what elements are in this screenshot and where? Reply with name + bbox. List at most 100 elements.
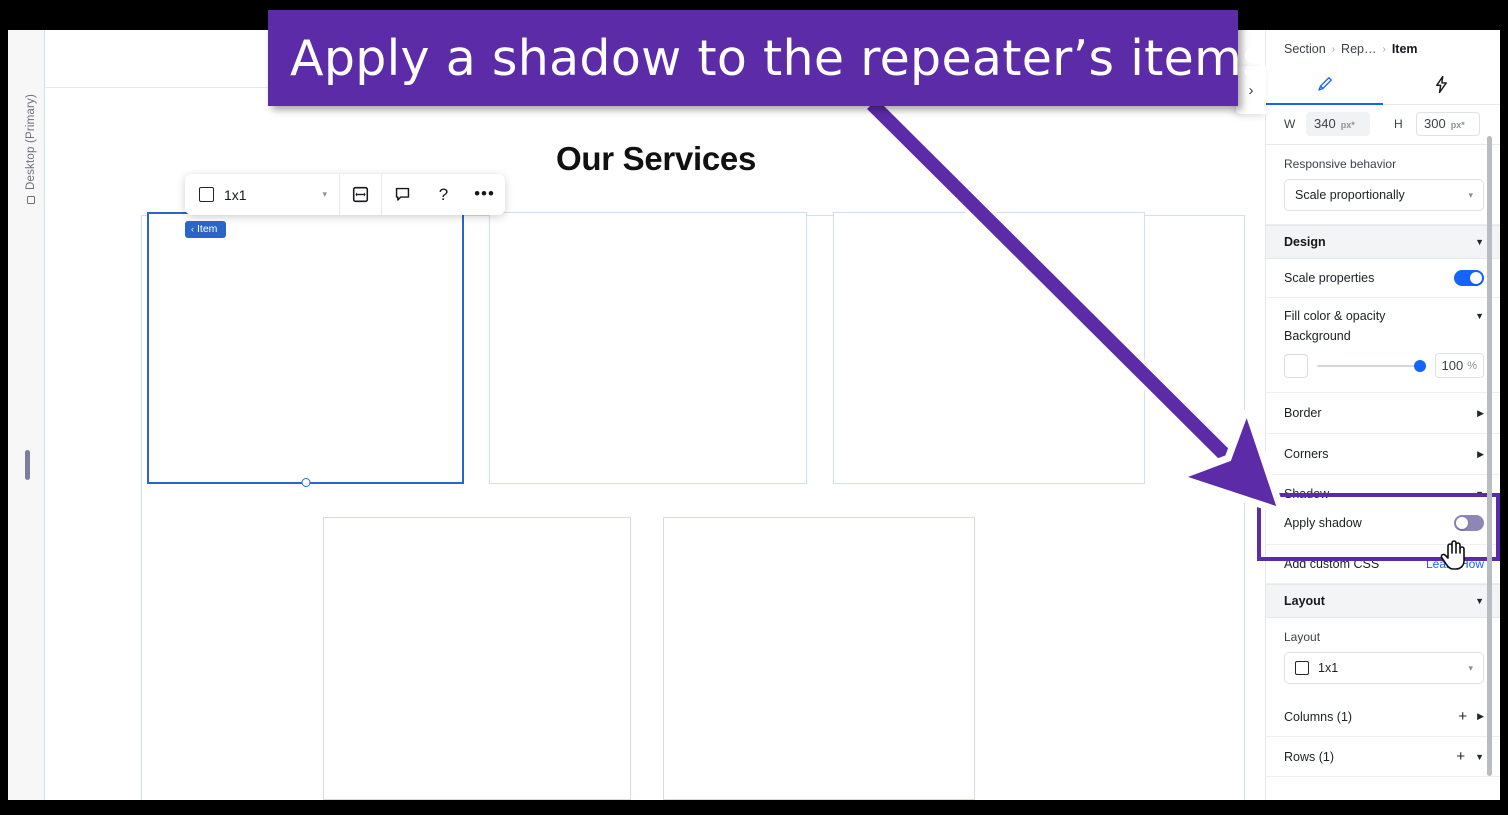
layout-section-title: Layout bbox=[1284, 594, 1325, 608]
background-color-swatch[interactable] bbox=[1284, 353, 1308, 378]
repeater-item[interactable] bbox=[663, 517, 975, 800]
size-row: W 340 px* H 300 px* bbox=[1266, 105, 1500, 145]
inspector-tabs bbox=[1266, 65, 1500, 105]
fill-color-header[interactable]: Fill color & opacity ▼ bbox=[1266, 298, 1500, 329]
breadcrumb-separator: › bbox=[1331, 43, 1336, 55]
chevron-down-icon: ▾ bbox=[322, 189, 327, 199]
tab-interactions[interactable] bbox=[1383, 65, 1500, 104]
chevron-down-icon: ▼ bbox=[1475, 489, 1484, 499]
comment-icon bbox=[395, 187, 410, 201]
height-label: H bbox=[1394, 117, 1403, 131]
breadcrumb-current: Item bbox=[1391, 42, 1418, 56]
repeater-item[interactable] bbox=[323, 517, 631, 800]
resize-handle-bottom[interactable] bbox=[301, 477, 310, 487]
design-section-title: Design bbox=[1284, 235, 1326, 249]
chevron-down-icon: ▼ bbox=[1475, 311, 1484, 321]
repeater-item[interactable] bbox=[489, 212, 807, 484]
instruction-banner: Apply a shadow to the repeater’s items bbox=[268, 10, 1268, 106]
responsive-behavior-block: Responsive behavior Scale proportionally… bbox=[1266, 145, 1500, 225]
custom-css-label: Add custom CSS bbox=[1284, 557, 1380, 571]
toolbar-layout-select[interactable]: 1x1 ▾ bbox=[185, 174, 340, 215]
fill-color-label: Fill color & opacity bbox=[1284, 309, 1386, 323]
editor-window: Desktop (Primary) Our Services 1x1 ▾ ? •… bbox=[8, 30, 1500, 800]
toolbar-layout-label: 1x1 bbox=[224, 186, 247, 203]
opacity-slider[interactable] bbox=[1317, 359, 1426, 373]
canvas-stage[interactable]: Our Services 1x1 ▾ ? ••• ‹ Item bbox=[44, 30, 1267, 800]
instruction-banner-text: Apply a shadow to the repeater’s items bbox=[290, 29, 1268, 87]
element-toolbar[interactable]: 1x1 ▾ ? ••• bbox=[185, 174, 505, 215]
chevron-down-icon: ▾ bbox=[1468, 189, 1473, 200]
monitor-icon bbox=[27, 196, 35, 205]
selection-badge[interactable]: ‹ Item bbox=[185, 221, 227, 238]
layout-select-value: 1x1 bbox=[1318, 661, 1339, 675]
selection-badge-label: Item bbox=[197, 223, 218, 235]
lightning-bolt-icon bbox=[1436, 75, 1447, 94]
left-resize-handle[interactable] bbox=[25, 450, 30, 480]
scale-properties-toggle[interactable] bbox=[1454, 270, 1484, 286]
width-input[interactable]: 340 px* bbox=[1306, 112, 1370, 136]
device-label-text: Desktop (Primary) bbox=[25, 93, 37, 191]
shadow-row[interactable]: Shadow ▼ bbox=[1266, 475, 1500, 508]
apply-shadow-toggle[interactable] bbox=[1454, 515, 1484, 531]
columns-label: Columns (1) bbox=[1284, 709, 1353, 724]
rows-row[interactable]: Rows (1) + ▼ bbox=[1266, 737, 1500, 777]
responsive-behavior-select[interactable]: Scale proportionally ▾ bbox=[1284, 179, 1484, 211]
add-row-button[interactable]: + bbox=[1456, 748, 1465, 765]
comment-button[interactable] bbox=[382, 174, 423, 215]
height-input[interactable]: 300 px* bbox=[1416, 112, 1480, 136]
inspector-panel: Section › Rep… › Item W 340 px* H 300 px… bbox=[1265, 30, 1500, 800]
chevron-right-icon: ▶ bbox=[1477, 711, 1484, 721]
layout-section-header[interactable]: Layout ▼ bbox=[1266, 584, 1500, 618]
square-icon bbox=[1295, 661, 1309, 675]
rows-label: Rows (1) bbox=[1284, 749, 1335, 764]
design-section-header[interactable]: Design ▼ bbox=[1266, 225, 1500, 259]
width-value: 340 bbox=[1314, 116, 1336, 131]
stretch-icon bbox=[352, 186, 369, 203]
chevron-right-icon: ▶ bbox=[1477, 448, 1484, 459]
help-button[interactable]: ? bbox=[423, 174, 464, 215]
opacity-unit: % bbox=[1467, 359, 1477, 372]
right-resize-handle[interactable] bbox=[1250, 454, 1255, 480]
width-label: W bbox=[1284, 117, 1296, 131]
background-label: Background bbox=[1284, 329, 1351, 343]
breadcrumb-separator: › bbox=[1382, 43, 1386, 55]
shadow-label: Shadow bbox=[1284, 487, 1330, 501]
chevron-left-icon: ‹ bbox=[191, 223, 194, 234]
more-options-button[interactable]: ••• bbox=[464, 174, 505, 215]
hand-cursor-icon bbox=[1440, 540, 1465, 570]
layout-select[interactable]: 1x1 ▾ bbox=[1284, 652, 1484, 684]
chevron-down-icon: ▼ bbox=[1475, 751, 1484, 762]
paintbrush-icon bbox=[1318, 77, 1332, 91]
tab-design[interactable] bbox=[1266, 65, 1383, 104]
border-label: Border bbox=[1284, 406, 1322, 420]
scale-properties-label: Scale properties bbox=[1284, 271, 1375, 285]
apply-shadow-label: Apply shadow bbox=[1284, 516, 1362, 530]
breadcrumb-repeater[interactable]: Rep… bbox=[1341, 42, 1376, 56]
scale-properties-row[interactable]: Scale properties bbox=[1266, 259, 1500, 298]
chevron-right-icon: ▶ bbox=[1477, 407, 1484, 418]
chevron-down-icon: ▼ bbox=[1475, 596, 1484, 606]
height-value: 300 bbox=[1424, 116, 1446, 131]
chevron-down-icon: ▾ bbox=[1468, 662, 1473, 673]
height-unit: px* bbox=[1450, 120, 1465, 130]
corners-row[interactable]: Corners ▶ bbox=[1266, 434, 1500, 475]
opacity-input[interactable]: 100 % bbox=[1434, 353, 1484, 378]
columns-row[interactable]: Columns (1) + ▶ bbox=[1266, 697, 1500, 737]
repeater-item-selected[interactable] bbox=[147, 212, 464, 487]
square-icon bbox=[199, 187, 214, 202]
breadcrumb: Section › Rep… › Item bbox=[1266, 30, 1500, 65]
border-row[interactable]: Border ▶ bbox=[1266, 393, 1500, 434]
background-fill-row: 100 % bbox=[1266, 349, 1500, 393]
device-label: Desktop (Primary) bbox=[20, 64, 42, 234]
width-unit: px* bbox=[1340, 120, 1355, 130]
breadcrumb-section[interactable]: Section bbox=[1284, 42, 1326, 56]
layout-field-label: Layout bbox=[1284, 630, 1321, 644]
inspector-scrollbar[interactable] bbox=[1487, 136, 1492, 776]
repeater-item[interactable] bbox=[833, 212, 1145, 484]
add-column-button[interactable]: + bbox=[1458, 708, 1467, 725]
corners-label: Corners bbox=[1284, 447, 1329, 461]
layout-select-block: Layout 1x1 ▾ bbox=[1266, 618, 1500, 697]
opacity-value: 100 bbox=[1441, 358, 1464, 373]
stretch-button[interactable] bbox=[340, 174, 381, 215]
opacity-slider-thumb[interactable] bbox=[1413, 359, 1426, 372]
